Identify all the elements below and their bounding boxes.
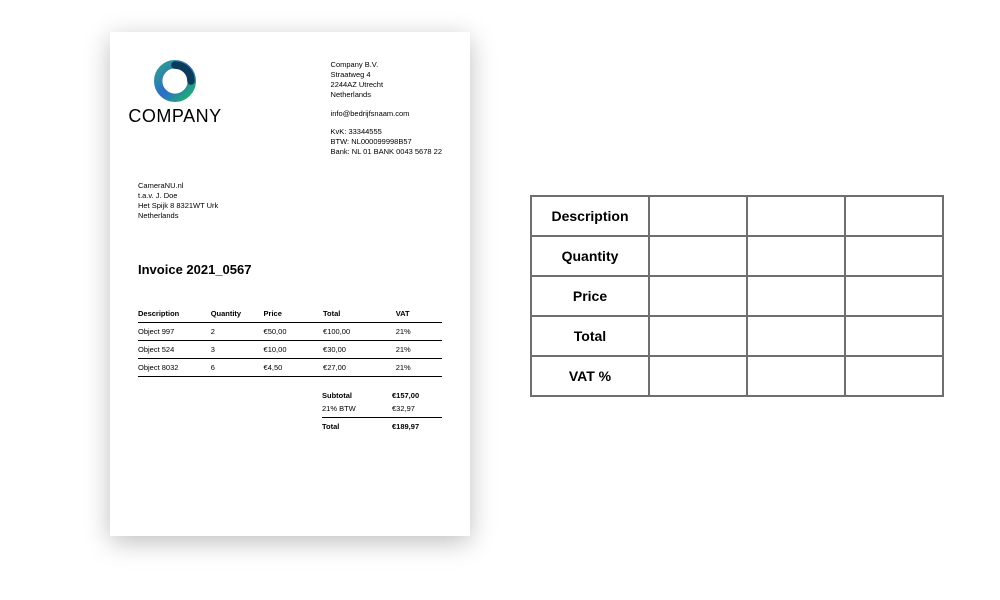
schema-cell (845, 316, 943, 356)
cell-qty: 6 (211, 358, 264, 376)
recipient-country: Netherlands (138, 211, 442, 221)
company-kvk: KvK: 33344555 (331, 127, 442, 137)
schema-row: Description (531, 196, 943, 236)
schema-row-label: Price (531, 276, 649, 316)
company-bank: Bank: NL 01 BANK 0043 5678 22 (331, 147, 442, 157)
schema-cell (649, 236, 747, 276)
recipient-attn: t.a.v. J. Doe (138, 191, 442, 201)
grandtotal-row: Total €189,97 (138, 420, 442, 433)
cell-desc: Object 8032 (138, 358, 211, 376)
schema-cell (845, 276, 943, 316)
cell-vat: 21% (396, 358, 442, 376)
schema-cell (649, 316, 747, 356)
cell-vat: 21% (396, 340, 442, 358)
schema-body: DescriptionQuantityPriceTotalVAT % (531, 196, 943, 396)
grandtotal-value: €189,97 (392, 422, 442, 431)
schema-row-label: Total (531, 316, 649, 356)
schema-cell (747, 276, 845, 316)
grandtotal-label: Total (322, 422, 392, 431)
cell-total: €100,00 (323, 322, 396, 340)
col-vat: VAT (396, 305, 442, 323)
line-items-body: Object 9972€50,00€100,0021%Object 5243€1… (138, 322, 442, 376)
cell-total: €27,00 (323, 358, 396, 376)
schema-cell (845, 236, 943, 276)
company-info: Company B.V. Straatweg 4 2244AZ Utrecht … (331, 60, 442, 157)
company-street: Straatweg 4 (331, 70, 442, 80)
btw-value: €32,97 (392, 404, 442, 413)
schema-row-label: Description (531, 196, 649, 236)
line-items-table: Description Quantity Price Total VAT Obj… (138, 305, 442, 377)
company-logo-icon (154, 60, 196, 102)
cell-qty: 2 (211, 322, 264, 340)
col-quantity: Quantity (211, 305, 264, 323)
cell-price: €4,50 (264, 358, 323, 376)
company-logo-text: COMPANY (128, 106, 221, 127)
cell-total: €30,00 (323, 340, 396, 358)
subtotal-label: Subtotal (322, 391, 392, 400)
table-row: Object 5243€10,00€30,0021% (138, 340, 442, 358)
schema-row: Total (531, 316, 943, 356)
totals-block: Subtotal €157,00 21% BTW €32,97 Total €1… (138, 389, 442, 433)
schema-row-label: VAT % (531, 356, 649, 396)
schema-cell (845, 196, 943, 236)
col-total: Total (323, 305, 396, 323)
invoice-page: COMPANY Company B.V. Straatweg 4 2244AZ … (110, 32, 470, 536)
company-country: Netherlands (331, 90, 442, 100)
cell-desc: Object 524 (138, 340, 211, 358)
schema-row: Quantity (531, 236, 943, 276)
company-email: info@bedrijfsnaam.com (331, 109, 442, 119)
schema-row-label: Quantity (531, 236, 649, 276)
cell-price: €50,00 (264, 322, 323, 340)
recipient-street: Het Spijk 8 8321WT Urk (138, 201, 442, 211)
schema-row: VAT % (531, 356, 943, 396)
company-logo-block: COMPANY (138, 60, 212, 157)
btw-label: 21% BTW (322, 404, 392, 413)
schema-row: Price (531, 276, 943, 316)
company-postal: 2244AZ Utrecht (331, 80, 442, 90)
table-row: Object 80326€4,50€27,0021% (138, 358, 442, 376)
schema-cell (747, 196, 845, 236)
subtotal-row: Subtotal €157,00 (138, 389, 442, 402)
invoice-header: COMPANY Company B.V. Straatweg 4 2244AZ … (138, 60, 442, 157)
schema-cell (649, 276, 747, 316)
schema-cell (649, 196, 747, 236)
schema-cell (845, 356, 943, 396)
cell-price: €10,00 (264, 340, 323, 358)
table-header-row: Description Quantity Price Total VAT (138, 305, 442, 323)
schema-cell (649, 356, 747, 396)
schema-cell (747, 316, 845, 356)
cell-qty: 3 (211, 340, 264, 358)
company-btw: BTW: NL000099998B57 (331, 137, 442, 147)
cell-desc: Object 997 (138, 322, 211, 340)
subtotal-value: €157,00 (392, 391, 442, 400)
invoice-title: Invoice 2021_0567 (138, 262, 442, 277)
col-description: Description (138, 305, 211, 323)
col-price: Price (264, 305, 323, 323)
table-row: Object 9972€50,00€100,0021% (138, 322, 442, 340)
schema-cell (747, 356, 845, 396)
recipient-name: CameraNU.nl (138, 181, 442, 191)
cell-vat: 21% (396, 322, 442, 340)
schema-cell (747, 236, 845, 276)
recipient-block: CameraNU.nl t.a.v. J. Doe Het Spijk 8 83… (138, 181, 442, 222)
company-name: Company B.V. (331, 60, 442, 70)
btw-row: 21% BTW €32,97 (138, 402, 442, 415)
schema-table: DescriptionQuantityPriceTotalVAT % (530, 195, 944, 397)
